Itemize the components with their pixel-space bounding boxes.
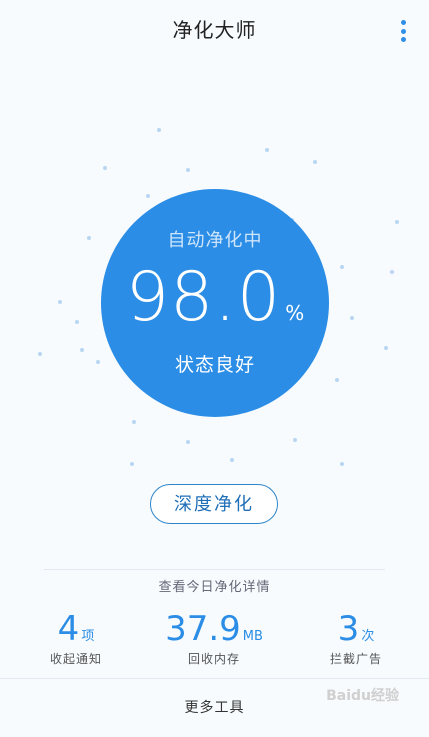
stat-unit: 项 [81,629,95,644]
health-score-value: 98.0 [125,258,282,337]
stat-unit: 次 [361,629,375,644]
stat-value: 37.9 [165,609,241,649]
stat-label: 拦截广告 [329,652,382,666]
stat-unit: MB [242,629,263,644]
stat-label: 收起通知 [49,652,102,666]
health-status: 状态良好 [174,354,255,376]
auto-clean-status: 自动净化中 [167,230,263,251]
deep-clean-button[interactable]: 深度净化 [150,484,278,524]
stat-value: 4 [57,609,80,649]
stat-memory[interactable]: 37.9 MB 回收内存 [144,612,284,667]
health-score: 98.0% [102,264,328,332]
watermark: Baidu经验 [326,688,399,704]
health-score-unit: % [285,301,305,325]
footer: 更多工具 Baidu经验 [0,678,429,737]
stat-value: 3 [337,609,360,649]
stat-label: 回收内存 [187,652,240,666]
purification-gauge[interactable]: 自动净化中 98.0% 状态良好 [102,190,328,416]
divider [44,569,385,570]
stat-notifications[interactable]: 4项 收起通知 [6,612,146,667]
stat-ads[interactable]: 3次 拦截广告 [286,612,426,667]
view-details-link[interactable]: 查看今日净化详情 [0,576,429,595]
